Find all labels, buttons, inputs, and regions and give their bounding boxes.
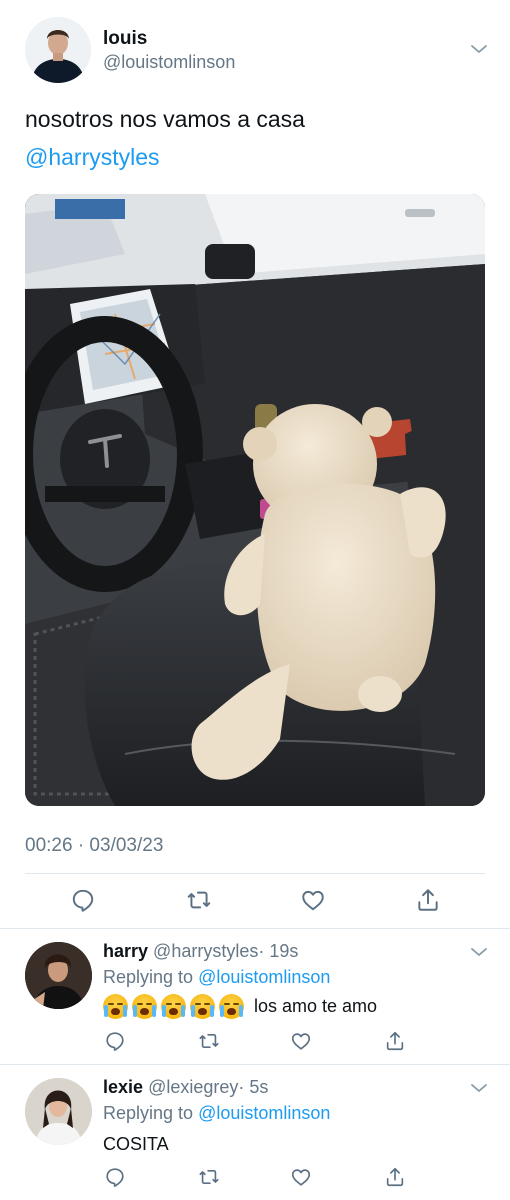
retweet-icon[interactable]: [186, 887, 212, 913]
like-icon[interactable]: [300, 887, 326, 913]
reply-avatar[interactable]: [25, 1078, 92, 1145]
replying-label: Replying to: [103, 1103, 194, 1123]
loudly-crying-face-icon: [190, 994, 215, 1019]
chevron-down-icon[interactable]: [470, 1081, 488, 1093]
reply-icon[interactable]: [104, 1166, 126, 1188]
share-icon[interactable]: [415, 887, 441, 913]
loudly-crying-face-icon: [161, 994, 186, 1019]
loudly-crying-face-icon: [103, 994, 128, 1019]
tweet-photo[interactable]: [25, 194, 485, 806]
reply-header: lexie @lexiegrey· 5s: [103, 1077, 268, 1098]
replying-to: Replying to @louistomlinson: [103, 967, 330, 988]
reply-author-name[interactable]: lexie: [103, 1077, 143, 1097]
reply-avatar[interactable]: [25, 942, 92, 1009]
share-icon[interactable]: [384, 1030, 406, 1052]
retweet-icon[interactable]: [198, 1166, 220, 1188]
reply-body: COSITA: [103, 1134, 169, 1154]
reply-time[interactable]: · 5s: [238, 1077, 268, 1097]
reply-tweet[interactable]: lexie @lexiegrey· 5s Replying to @louist…: [0, 1064, 510, 1200]
tweet-mention-link[interactable]: @harrystyles: [25, 144, 160, 171]
loudly-crying-face-icon: [132, 994, 157, 1019]
share-icon[interactable]: [384, 1166, 406, 1188]
like-icon[interactable]: [290, 1030, 312, 1052]
loudly-crying-face-icon: [219, 994, 244, 1019]
author-handle[interactable]: @louistomlinson: [103, 52, 235, 73]
reply-text: los amo te amo: [103, 994, 377, 1019]
tweet-timestamp[interactable]: 00:26 · 03/03/23: [25, 835, 163, 857]
reply-body: los amo te amo: [254, 996, 378, 1016]
reply-icon[interactable]: [70, 887, 96, 913]
author-avatar[interactable]: [25, 17, 91, 83]
retweet-icon[interactable]: [198, 1030, 220, 1052]
reply-author-handle[interactable]: @harrystyles: [153, 941, 258, 961]
reply-tweet[interactable]: harry @harrystyles· 19s Replying to @lou…: [0, 928, 510, 1064]
reply-author-handle[interactable]: @lexiegrey: [148, 1077, 238, 1097]
replying-to: Replying to @louistomlinson: [103, 1103, 330, 1124]
replying-to-link[interactable]: @louistomlinson: [198, 1103, 330, 1123]
chevron-down-icon[interactable]: [470, 42, 488, 54]
replying-to-link[interactable]: @louistomlinson: [198, 967, 330, 987]
divider: [25, 873, 485, 874]
like-icon[interactable]: [290, 1166, 312, 1188]
reply-time[interactable]: · 19s: [258, 941, 298, 961]
reply-icon[interactable]: [104, 1030, 126, 1052]
tweet-text: nosotros nos vamos a casa: [25, 106, 305, 132]
replying-label: Replying to: [103, 967, 194, 987]
reply-header: harry @harrystyles· 19s: [103, 941, 298, 962]
reply-author-name[interactable]: harry: [103, 941, 148, 961]
reply-text: COSITA: [103, 1134, 169, 1155]
author-name[interactable]: louis: [103, 28, 147, 50]
main-tweet: louis @louistomlinson nosotros nos vamos…: [0, 0, 510, 928]
chevron-down-icon[interactable]: [470, 945, 488, 957]
